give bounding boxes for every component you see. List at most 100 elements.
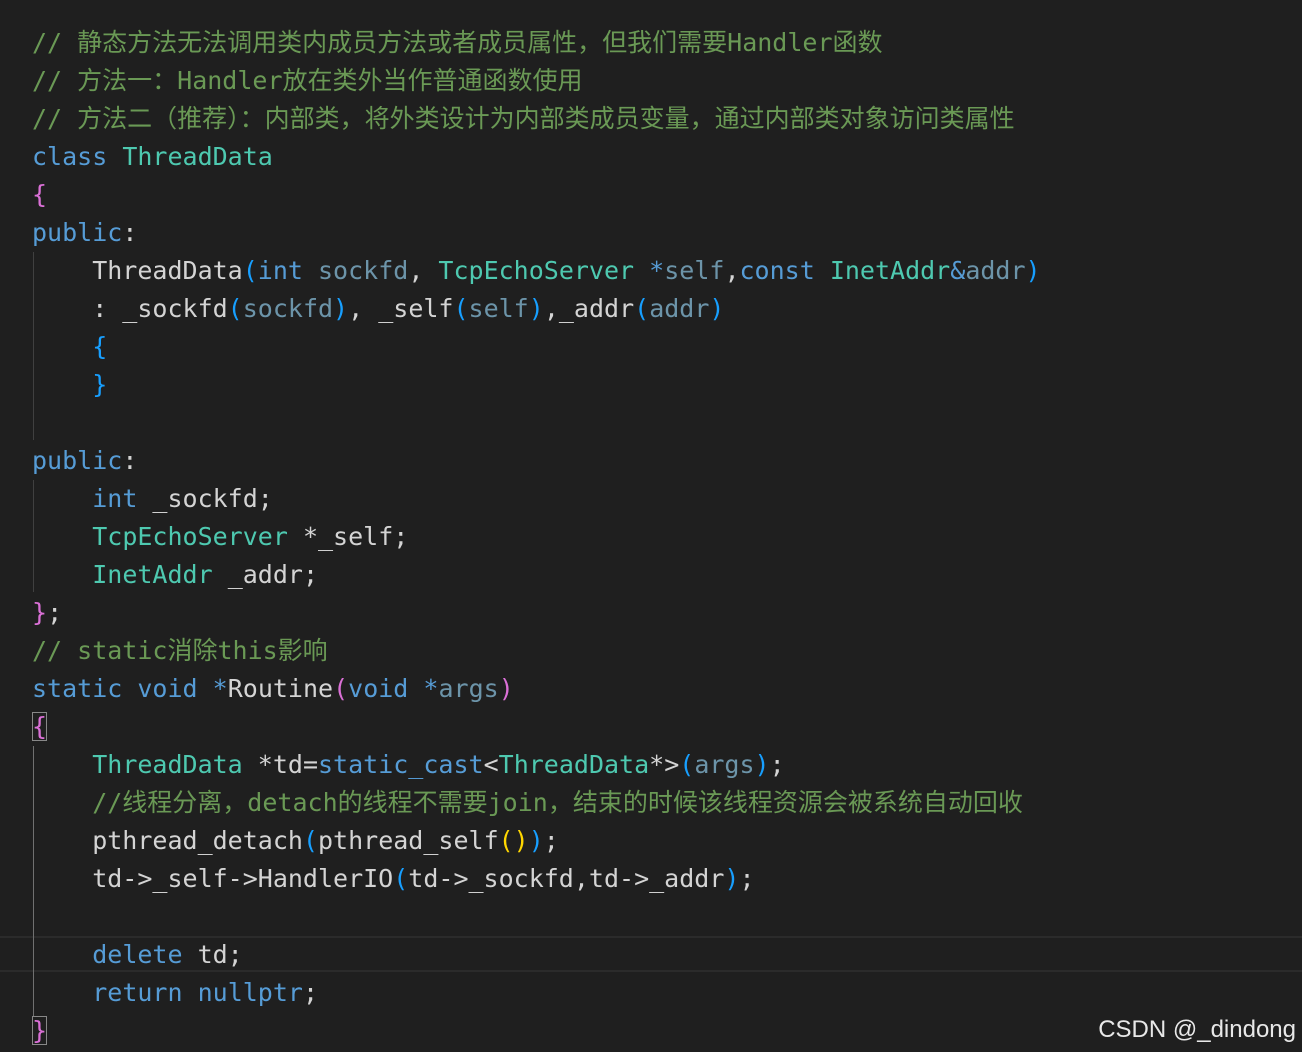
code-line[interactable]: class ThreadData [32, 138, 273, 176]
code-token: const [739, 256, 815, 285]
code-token: , [724, 256, 740, 285]
code-line[interactable]: { [32, 708, 48, 746]
code-token: ) [333, 294, 349, 323]
code-token: delete [92, 940, 183, 969]
code-token: ( [679, 750, 695, 779]
code-token: *td= [242, 750, 318, 779]
code-line[interactable]: { [32, 176, 47, 214]
code-token: // static消除this影响 [32, 636, 328, 665]
code-token: *> [649, 750, 680, 779]
code-token: } [92, 370, 108, 399]
code-token: ( [634, 294, 650, 323]
csdn-watermark: CSDN @_dindong [1098, 1016, 1296, 1043]
code-token: static_cast [318, 750, 484, 779]
code-token: nullptr [197, 978, 303, 1007]
code-token: sockfd [242, 294, 334, 323]
code-token: args [438, 674, 499, 703]
code-line[interactable]: td->_self->HandlerIO(td->_sockfd,td->_ad… [32, 860, 755, 898]
code-line[interactable]: int _sockfd; [32, 480, 273, 518]
code-token: ( [242, 256, 258, 285]
code-token: ( [333, 674, 349, 703]
code-token: public [32, 218, 123, 247]
code-token: * [423, 674, 439, 703]
code-token: Routine [227, 674, 334, 703]
code-token: () [498, 826, 529, 855]
code-token: td->_sockfd,td->_addr [408, 864, 725, 893]
code-token: ) [754, 750, 770, 779]
code-token: ( [302, 826, 318, 855]
code-token: public [32, 446, 123, 475]
code-token: self [664, 256, 725, 285]
code-token: } [32, 1016, 48, 1045]
code-line[interactable]: InetAddr _addr; [32, 556, 318, 594]
code-token: ThreadData [498, 750, 650, 779]
code-line[interactable]: TcpEchoServer *_self; [32, 518, 408, 556]
code-line[interactable]: { [32, 328, 107, 366]
code-token: , [408, 256, 439, 285]
code-line[interactable]: : _sockfd(sockfd), _self(self),_addr(add… [32, 290, 724, 328]
code-line[interactable]: public: [32, 442, 137, 480]
code-token: *_self; [287, 522, 409, 551]
code-token: self [468, 294, 529, 323]
code-token: // 静态方法无法调用类内成员方法或者成员属性，但我们需要Handler函数 [32, 28, 883, 57]
code-token: ; [302, 978, 319, 1007]
code-line[interactable]: // 方法一：Handler放在类外当作普通函数使用 [32, 62, 583, 100]
code-token: { [32, 712, 48, 741]
code-token: InetAddr [829, 256, 951, 285]
code-token: ThreadData [32, 256, 243, 285]
code-line[interactable]: pthread_detach(pthread_self()); [32, 822, 559, 860]
code-token: static [32, 674, 123, 703]
code-token: td; [182, 940, 243, 969]
code-token: pthread_self [318, 826, 499, 855]
code-line[interactable]: // static消除this影响 [32, 632, 328, 670]
code-token: _addr; [212, 560, 318, 589]
code-editor[interactable]: // 静态方法无法调用类内成员方法或者成员属性，但我们需要Handler函数 //… [0, 0, 1302, 1052]
code-line[interactable]: ThreadData *td=static_cast<ThreadData*>(… [32, 746, 784, 784]
code-line[interactable]: delete td; [32, 936, 243, 974]
code-token: : [122, 446, 138, 475]
code-line[interactable]: }; [32, 594, 62, 632]
code-token: InetAddr [92, 560, 213, 589]
code-line[interactable]: } [32, 366, 107, 404]
code-token: TcpEchoServer [438, 256, 635, 285]
code-token: // 方法二（推荐）：内部类，将外类设计为内部类成员变量，通过内部类对象访问类属… [32, 104, 1015, 133]
code-token: & [950, 256, 966, 285]
code-token: < [483, 750, 499, 779]
code-token: int [257, 256, 303, 285]
code-token: : [122, 218, 138, 247]
code-line[interactable]: // 静态方法无法调用类内成员方法或者成员属性，但我们需要Handler函数 [32, 24, 883, 62]
code-token: ) [498, 674, 514, 703]
code-line[interactable]: return nullptr; [32, 974, 318, 1012]
code-token: ) [528, 294, 544, 323]
code-line[interactable]: public: [32, 214, 137, 252]
code-line[interactable]: static void *Routine(void *args) [32, 670, 514, 708]
code-line[interactable]: ThreadData(int sockfd, TcpEchoServer *se… [32, 252, 1040, 290]
code-line[interactable]: //线程分离，detach的线程不需要join，结束的时候该线程资源会被系统自动… [32, 784, 1023, 822]
code-token: ) [528, 826, 544, 855]
code-token: , _self [348, 294, 454, 323]
code-token: : _sockfd [32, 294, 228, 323]
code-line[interactable]: // 方法二（推荐）：内部类，将外类设计为内部类成员变量，通过内部类对象访问类属… [32, 100, 1015, 138]
code-token: ( [393, 864, 409, 893]
code-token: ,_addr [543, 294, 635, 323]
code-token: ; [543, 826, 559, 855]
code-line[interactable]: } [32, 1012, 48, 1050]
code-token: _sockfd; [137, 484, 273, 513]
code-token: return [92, 978, 183, 1007]
code-token: ; [739, 864, 755, 893]
code-token: td->_self->HandlerIO [32, 864, 394, 893]
code-token: * [212, 674, 228, 703]
code-token: { [92, 332, 108, 361]
code-token: ) [709, 294, 725, 323]
